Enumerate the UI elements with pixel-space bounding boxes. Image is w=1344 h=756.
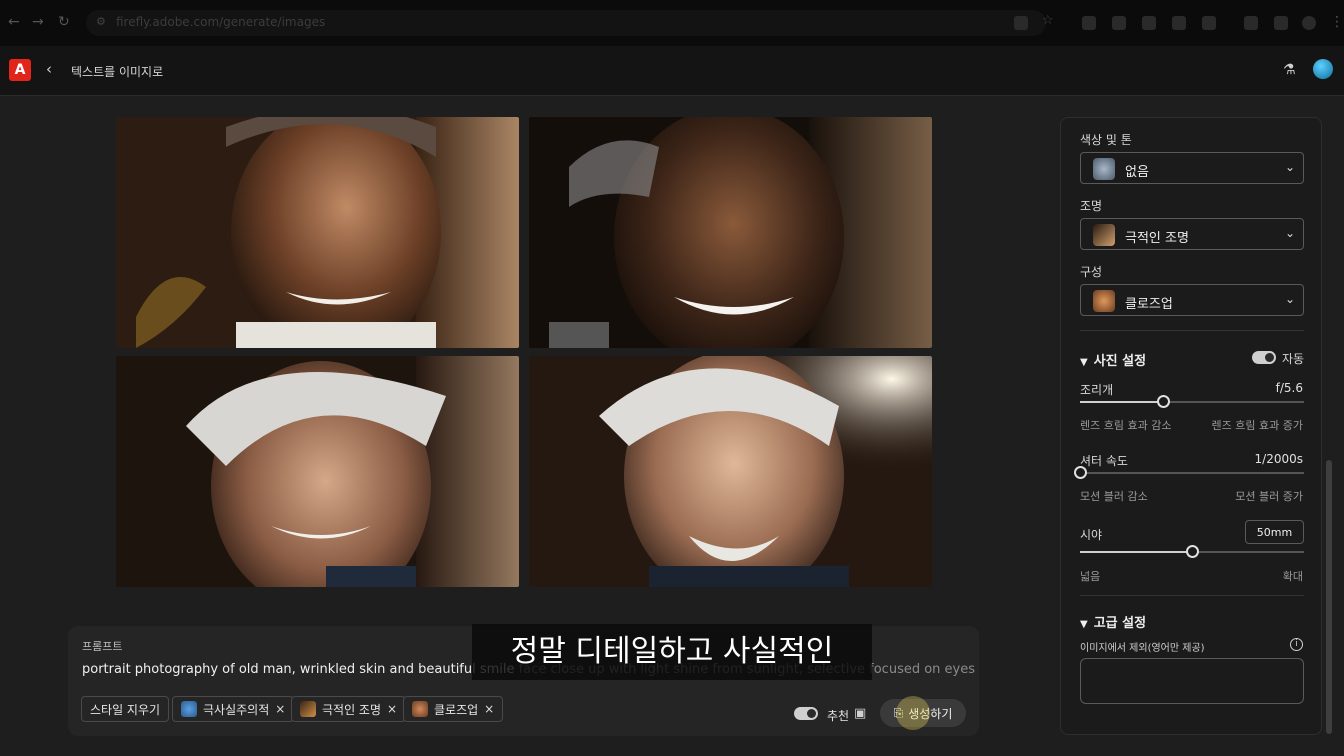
fov-slider[interactable] — [1080, 545, 1304, 558]
reload-icon[interactable]: ↻ — [58, 14, 70, 30]
exclude-input[interactable] — [1080, 658, 1304, 704]
extension-icon[interactable] — [1112, 16, 1126, 30]
settings-sidebar: 색상 및 톤 없음 ⌄ 조명 극적인 조명 ⌄ 구성 클로즈업 ⌄ ▼ 사진 설정… — [1060, 117, 1322, 735]
slider-knob[interactable] — [1074, 466, 1087, 479]
extension-icon[interactable] — [1172, 16, 1186, 30]
composition-label: 구성 — [1080, 265, 1103, 279]
chevron-down-icon: ▼ — [1080, 619, 1088, 630]
chevron-down-icon: ⌄ — [1284, 160, 1295, 174]
fov-max-label: 확대 — [1282, 570, 1303, 583]
remove-chip-icon[interactable]: × — [275, 702, 285, 716]
style-thumb-icon — [412, 701, 428, 717]
fov-input[interactable]: 50mm — [1245, 520, 1304, 544]
chevron-down-icon: ▼ — [1080, 357, 1088, 368]
aperture-slider[interactable] — [1080, 395, 1304, 408]
composition-select[interactable]: 클로즈업 ⌄ — [1080, 284, 1304, 316]
remove-chip-icon[interactable]: × — [387, 702, 397, 716]
slider-knob[interactable] — [1186, 545, 1199, 558]
divider — [1080, 595, 1304, 596]
color-tone-thumb-icon — [1093, 158, 1115, 180]
page-title: 텍스트를 이미지로 — [71, 65, 164, 79]
generated-image-2[interactable] — [529, 117, 932, 348]
generated-image-3[interactable] — [116, 356, 519, 587]
profile-icon[interactable] — [1302, 16, 1316, 30]
slider-fill — [1080, 551, 1192, 553]
sidebar-scrollbar[interactable] — [1326, 460, 1332, 734]
remove-chip-icon[interactable]: × — [484, 702, 494, 716]
chevron-down-icon: ⌄ — [1284, 292, 1295, 306]
generated-image-1[interactable] — [116, 117, 519, 348]
browser-toolbar: ← → ↻ ⚙ firefly.adobe.com/generate/image… — [0, 0, 1344, 46]
recommend-label: 추천 — [827, 709, 850, 723]
extensions-puzzle-icon[interactable] — [1202, 16, 1216, 30]
aperture-label: 조리개 — [1080, 383, 1114, 397]
back-arrow-icon[interactable]: ← — [8, 14, 20, 30]
composition-thumb-icon — [1093, 290, 1115, 312]
recommend-toggle[interactable] — [794, 707, 818, 720]
extension-icon[interactable] — [1142, 16, 1156, 30]
style-chip-dramatic-lighting[interactable]: 극적인 조명 × — [291, 696, 407, 722]
site-info-icon[interactable]: ⚙ — [96, 15, 106, 28]
url-text: firefly.adobe.com/generate/images — [116, 15, 326, 29]
generated-image-4[interactable] — [529, 356, 932, 587]
exclude-label: 이미지에서 제외(영어만 제공) — [1080, 643, 1205, 654]
translate-icon[interactable] — [1014, 16, 1028, 30]
lighting-label: 조명 — [1080, 199, 1103, 213]
beta-flask-icon[interactable]: ⚗ — [1283, 62, 1296, 78]
adobe-logo[interactable]: A — [9, 59, 31, 81]
extension-icon[interactable] — [1082, 16, 1096, 30]
shutter-max-label: 모션 블러 증가 — [1235, 490, 1303, 503]
slider-knob[interactable] — [1156, 395, 1170, 408]
slider-fill — [1080, 401, 1163, 403]
forward-arrow-icon[interactable]: → — [32, 14, 44, 30]
app-header: A ‹ 텍스트를 이미지로 ⚗ — [0, 46, 1344, 96]
info-icon[interactable]: i — [1290, 638, 1303, 651]
back-chevron-icon[interactable]: ‹ — [46, 60, 52, 78]
avatar[interactable] — [1313, 59, 1333, 79]
lighting-thumb-icon — [1093, 224, 1115, 246]
clear-style-button[interactable]: 스타일 지우기 — [81, 696, 170, 722]
aperture-min-label: 렌즈 흐림 효과 감소 — [1080, 419, 1172, 432]
lighting-select[interactable]: 극적인 조명 ⌄ — [1080, 218, 1304, 250]
sidepanel-icon[interactable] — [1274, 16, 1288, 30]
shutter-value: 1/2000s — [1254, 452, 1303, 466]
fov-min-label: 넓음 — [1080, 570, 1101, 583]
shutter-min-label: 모션 블러 감소 — [1080, 490, 1148, 503]
auto-label: 자동 — [1282, 352, 1305, 366]
media-icon[interactable] — [1244, 16, 1258, 30]
shutter-label: 셔터 속도 — [1080, 454, 1128, 468]
style-chip-closeup[interactable]: 클로즈업 × — [403, 696, 504, 722]
photo-settings-header[interactable]: ▼ 사진 설정 — [1080, 350, 1146, 369]
aperture-value: f/5.6 — [1275, 381, 1303, 395]
style-thumb-icon — [181, 701, 197, 717]
address-bar[interactable]: ⚙ firefly.adobe.com/generate/images — [86, 10, 1046, 36]
image-settings-icon[interactable]: ▣ — [854, 706, 866, 721]
style-thumb-icon — [300, 701, 316, 717]
menu-dots-icon[interactable]: ⋮ — [1330, 14, 1344, 30]
advanced-settings-header[interactable]: ▼ 고급 설정 — [1080, 612, 1146, 631]
prompt-label: 프롬프트 — [82, 640, 123, 653]
cursor-highlight — [896, 696, 930, 730]
chevron-down-icon: ⌄ — [1284, 226, 1295, 240]
prompt-text-main: portrait photography of old man, wrinkle… — [82, 662, 515, 677]
video-subtitle: 정말 디테일하고 사실적인 — [472, 624, 872, 680]
style-chip-hyperrealistic[interactable]: 극사실주의적 × — [172, 696, 295, 722]
shutter-slider[interactable] — [1074, 466, 1304, 479]
aperture-max-label: 렌즈 흐림 효과 증가 — [1211, 419, 1303, 432]
fov-label: 시야 — [1080, 528, 1103, 542]
bookmark-star-icon[interactable]: ☆ — [1042, 13, 1056, 28]
divider — [1080, 330, 1304, 331]
color-tone-label: 색상 및 톤 — [1080, 133, 1132, 147]
auto-toggle[interactable] — [1252, 351, 1276, 364]
color-tone-select[interactable]: 없음 ⌄ — [1080, 152, 1304, 184]
